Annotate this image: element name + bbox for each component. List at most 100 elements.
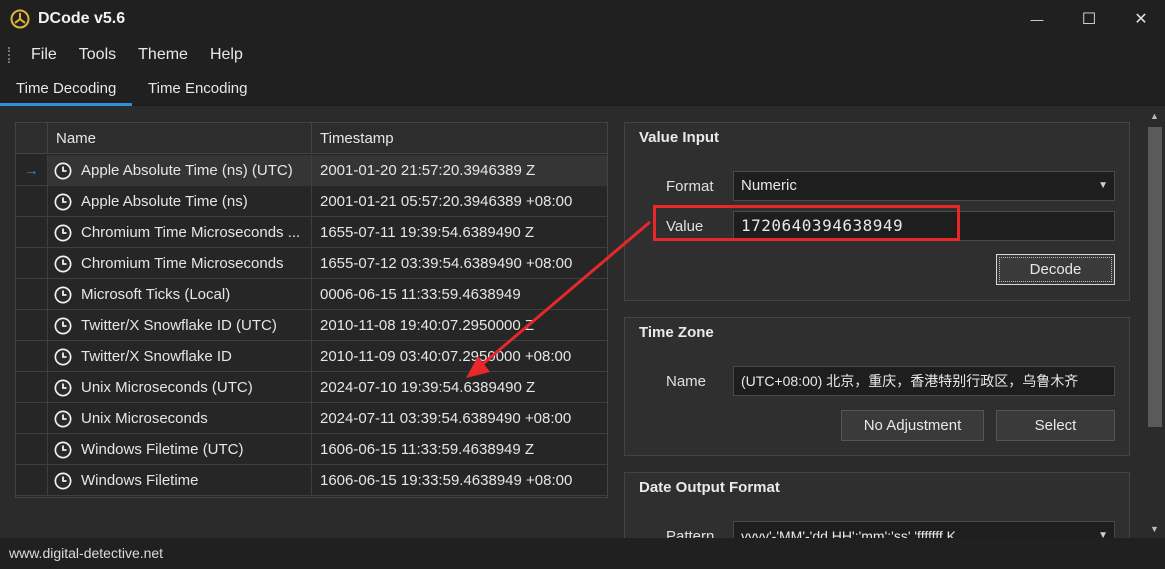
row-indicator xyxy=(16,434,47,465)
menu-grip-icon xyxy=(8,47,12,63)
row-indicator xyxy=(16,465,47,496)
name-cell[interactable]: Windows Filetime xyxy=(47,465,311,496)
name-cell[interactable]: Twitter/X Snowflake ID xyxy=(47,341,311,372)
value-input-title: Value Input xyxy=(639,129,720,146)
app-logo-icon xyxy=(10,9,30,29)
row-indicator xyxy=(16,279,47,310)
timestamp-cell[interactable]: 1655-07-11 19:39:54.6389490 Z xyxy=(311,217,607,248)
clock-icon xyxy=(54,224,72,241)
annotation-highlight-box xyxy=(653,205,960,241)
pattern-dropdown[interactable]: yyyy'-'MM'-'dd HH':'mm':'ss'.'fffffff K … xyxy=(733,521,1115,538)
timestamp-cell[interactable]: 1606-06-15 11:33:59.4638949 Z xyxy=(311,434,607,465)
row-indicator xyxy=(16,341,47,372)
timestamp-cell[interactable]: 2024-07-10 19:39:54.6389490 Z xyxy=(311,372,607,403)
table-row[interactable]: Unix Microseconds 2024-07-11 03:39:54.638… xyxy=(16,403,607,434)
name-cell[interactable]: Apple Absolute Time (ns) (UTC) xyxy=(47,155,311,186)
timestamp-cell[interactable]: 1606-06-15 19:33:59.4638949 +08:00 xyxy=(311,465,607,496)
column-header-name[interactable]: Name xyxy=(47,123,311,154)
table-row[interactable]: Windows Filetime 1606-06-15 19:33:59.4638… xyxy=(16,465,607,496)
time-zone-name-label: Name xyxy=(666,373,707,390)
clock-icon xyxy=(54,162,72,179)
row-name: Apple Absolute Time (ns) xyxy=(81,193,248,210)
row-name: Chromium Time Microseconds ... xyxy=(81,224,301,241)
close-icon: ✕ xyxy=(1134,11,1148,28)
date-output-title: Date Output Format xyxy=(639,479,780,496)
table-row[interactable]: Windows Filetime (UTC) 1606-06-15 11:33:5… xyxy=(16,434,607,465)
table-row[interactable]: Apple Absolute Time (ns) 2001-01-21 05:57… xyxy=(16,186,607,217)
timestamp-cell[interactable]: 2001-01-21 05:57:20.3946389 +08:00 xyxy=(311,186,607,217)
clock-icon xyxy=(54,286,72,303)
menu-bar: File Tools Theme Help xyxy=(0,38,1165,72)
clock-icon xyxy=(54,379,72,396)
row-name: Unix Microseconds xyxy=(81,410,208,427)
no-adjustment-button[interactable]: No Adjustment xyxy=(841,410,984,441)
timestamp-cell[interactable]: 2024-07-11 03:39:54.6389490 +08:00 xyxy=(311,403,607,434)
row-indicator xyxy=(16,248,47,279)
maximize-button[interactable]: ☐ xyxy=(1065,0,1113,38)
table-row[interactable]: → Apple Absolute Time (ns) (UTC) 2001-01-2… xyxy=(16,155,607,186)
table-row[interactable]: Twitter/X Snowflake ID 2010-11-09 03:40:0… xyxy=(16,341,607,372)
timestamp-cell[interactable]: 1655-07-12 03:39:54.6389490 +08:00 xyxy=(311,248,607,279)
time-zone-name-field[interactable]: (UTC+08:00) 北京，重庆，香港特别行政区，乌鲁木齐 xyxy=(733,366,1115,396)
row-indicator xyxy=(16,372,47,403)
name-cell[interactable]: Unix Microseconds xyxy=(47,403,311,434)
column-header-timestamp[interactable]: Timestamp xyxy=(311,123,607,154)
pattern-label: Pattern xyxy=(666,528,715,538)
time-zone-title: Time Zone xyxy=(639,324,714,341)
table-row[interactable]: Chromium Time Microseconds ... 1655-07-11… xyxy=(16,217,607,248)
table-row[interactable]: Microsoft Ticks (Local) 0006-06-15 11:33:… xyxy=(16,279,607,310)
scroll-down-icon[interactable]: ▼ xyxy=(1150,524,1159,534)
menu-tools[interactable]: Tools xyxy=(68,46,127,64)
row-indicator-arrow-icon: → xyxy=(24,162,39,178)
vertical-scrollbar[interactable]: ▲ ▼ xyxy=(1145,107,1165,538)
name-cell[interactable]: Twitter/X Snowflake ID (UTC) xyxy=(47,310,311,341)
clock-icon xyxy=(54,317,72,334)
name-cell[interactable]: Apple Absolute Time (ns) xyxy=(47,186,311,217)
name-cell[interactable]: Chromium Time Microseconds ... xyxy=(47,217,311,248)
tab-time-decoding[interactable]: Time Decoding xyxy=(0,72,133,106)
clock-icon xyxy=(54,193,72,210)
tab-time-encoding[interactable]: Time Encoding xyxy=(132,72,264,106)
timestamp-cell[interactable]: 2001-01-20 21:57:20.3946389 Z xyxy=(311,155,607,186)
table-row[interactable]: Unix Microseconds (UTC) 2024-07-10 19:39:… xyxy=(16,372,607,403)
format-label: Format xyxy=(666,178,714,195)
row-indicator xyxy=(16,217,47,248)
row-name: Twitter/X Snowflake ID xyxy=(81,348,232,365)
name-cell[interactable]: Windows Filetime (UTC) xyxy=(47,434,311,465)
timestamp-cell[interactable]: 2010-11-08 19:40:07.2950000 Z xyxy=(311,310,607,341)
clock-icon xyxy=(54,472,72,489)
row-name: Apple Absolute Time (ns) (UTC) xyxy=(81,162,293,179)
name-cell[interactable]: Unix Microseconds (UTC) xyxy=(47,372,311,403)
pattern-value: yyyy'-'MM'-'dd HH':'mm':'ss'.'fffffff K xyxy=(741,528,956,538)
row-name: Windows Filetime xyxy=(81,472,199,489)
format-dropdown[interactable]: Numeric ▼ xyxy=(733,171,1115,201)
minimize-icon: — xyxy=(1030,11,1044,27)
status-bar: www.digital-detective.net xyxy=(0,538,1165,569)
tab-bar: Time Decoding Time Encoding xyxy=(0,72,1165,106)
menu-file[interactable]: File xyxy=(20,46,68,64)
time-zone-panel: Time Zone Name (UTC+08:00) 北京，重庆，香港特别行政区… xyxy=(624,317,1130,456)
clock-icon xyxy=(54,410,72,427)
chevron-down-icon: ▼ xyxy=(1098,530,1108,538)
menu-theme[interactable]: Theme xyxy=(127,46,199,64)
table-row[interactable]: Twitter/X Snowflake ID (UTC) 2010-11-08 1… xyxy=(16,310,607,341)
grid-header: Name Timestamp xyxy=(16,123,607,154)
minimize-button[interactable]: — xyxy=(1013,0,1061,38)
timestamp-cell[interactable]: 0006-06-15 11:33:59.4638949 xyxy=(311,279,607,310)
timestamp-cell[interactable]: 2010-11-09 03:40:07.2950000 +08:00 xyxy=(311,341,607,372)
scrollbar-thumb[interactable] xyxy=(1148,127,1162,427)
decode-button[interactable]: Decode xyxy=(996,254,1115,285)
menu-help[interactable]: Help xyxy=(199,46,254,64)
clock-icon xyxy=(54,255,72,272)
row-name: Microsoft Ticks (Local) xyxy=(81,286,231,303)
name-cell[interactable]: Chromium Time Microseconds xyxy=(47,248,311,279)
title-bar: DCode v5.6 — ☐ ✕ xyxy=(0,0,1165,38)
select-button[interactable]: Select xyxy=(996,410,1115,441)
close-button[interactable]: ✕ xyxy=(1117,0,1165,38)
scroll-up-icon[interactable]: ▲ xyxy=(1150,111,1159,121)
results-grid[interactable]: Name Timestamp → Apple Absolute Time (ns)… xyxy=(15,122,608,498)
table-row[interactable]: Chromium Time Microseconds 1655-07-12 03:… xyxy=(16,248,607,279)
row-name: Unix Microseconds (UTC) xyxy=(81,379,253,396)
status-text: www.digital-detective.net xyxy=(9,545,164,561)
name-cell[interactable]: Microsoft Ticks (Local) xyxy=(47,279,311,310)
